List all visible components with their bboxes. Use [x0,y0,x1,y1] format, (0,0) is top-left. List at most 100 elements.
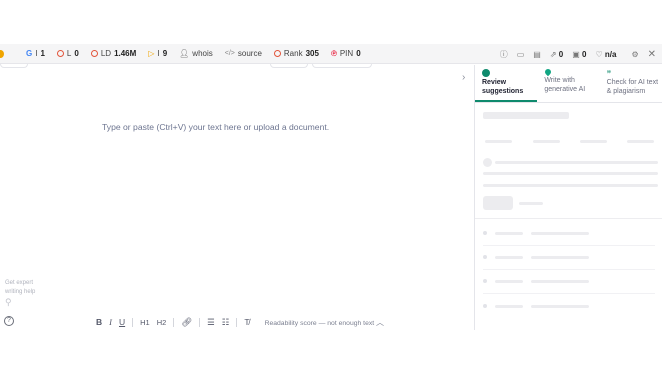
external-links-counter[interactable]: ⇗ 0 [550,50,563,59]
skeleton-dot [483,231,487,235]
numbered-list-icon[interactable]: ☰ [207,317,215,328]
density-value: n/a [604,49,617,59]
readability-label: Readability score — not enough text [264,319,375,327]
seo-links-label: L [66,49,72,58]
skeleton-divider [483,293,655,294]
expert-help[interactable]: Get expert writing help ⚲ [5,279,35,307]
seo-whois-label: whois [192,49,213,58]
divider [236,317,238,327]
images-value: 0 [582,49,587,59]
seo-whois[interactable]: 👤︎ whois [179,49,213,58]
seo-google-label: I [35,49,38,58]
tab-review-label: Review suggestions [482,79,524,95]
help-icon[interactable]: ? [4,316,14,326]
skeleton-divider [475,218,662,219]
seo-source[interactable]: </> source [225,49,262,58]
divider [173,317,175,327]
seo-bing-label: I [157,49,160,58]
seo-pin-value: 0 [356,49,361,58]
skeleton-line [531,280,589,283]
skeleton-dot [483,304,487,308]
skeleton-line [495,256,523,259]
seo-google-value: 1 [40,49,45,58]
divider [199,317,201,327]
skeleton-button [483,196,513,210]
seo-links[interactable]: L 0 [56,49,79,58]
skeleton-line [483,184,658,187]
tab-review-suggestions[interactable]: Review suggestions [475,65,538,102]
seo-bing-index[interactable]: ▷ I 9 [148,49,167,58]
density-counter[interactable]: ♡ n/a [595,50,616,59]
info-icon[interactable]: ⓘ [500,49,508,60]
divider [132,317,134,327]
skeleton-line [483,172,658,175]
rank-icon [273,50,281,57]
expert-line1: Get expert [5,280,34,286]
gear-icon[interactable]: ⚙ [631,50,638,59]
seo-rank-label: Rank [283,49,303,58]
tab-ai-plagiarism[interactable]: ” Check for AI text & plagiarism [600,65,662,102]
format-toolbar: B I U H1 H2 🔗︎ ☰ ☷ T̸ Readability score … [96,316,384,328]
skeleton-line [495,232,523,235]
google-icon: G [26,49,33,58]
seo-ld-value: 1.46M [114,49,137,58]
seo-bing-value: 9 [162,49,168,58]
seo-toolbar: G I 1 L 0 LD 1.46M ▷ I 9 👤︎ whois </> so… [0,44,662,64]
monitor-icon[interactable]: ▭ [517,50,525,59]
text-editor[interactable]: Type or paste (Ctrl+V) your text here or… [0,65,474,330]
underline-button[interactable]: U [119,317,125,327]
readability-score[interactable]: Readability score — not enough text ︿ [265,317,384,328]
close-icon[interactable]: ✕ [648,49,656,60]
skeleton-title [483,112,569,119]
seo-links-value: 0 [74,49,79,58]
person-icon: 👤︎ [179,49,190,58]
skeleton-line [531,232,589,235]
seo-source-label: source [237,49,262,58]
skeleton-divider [483,245,655,246]
italic-button[interactable]: I [109,317,112,327]
links-icon [56,50,64,57]
tab-plagiarism-label: Check for AI text & plagiarism [606,79,659,95]
seo-rank-value: 305 [305,49,319,58]
clear-format-icon[interactable]: T̸ [244,317,249,327]
heading2-button[interactable]: H2 [157,318,167,327]
skeleton-divider [483,269,655,270]
code-icon: </> [224,50,235,57]
expert-line2: writing help [5,289,36,295]
bullet-list-icon[interactable]: ☷ [222,317,230,328]
assistant-panel: Review suggestions Write with generative… [474,65,662,330]
quote-icon: ” [606,69,612,79]
pinterest-icon: ℗ [330,49,337,58]
skeleton-line [495,161,658,164]
bulb-icon [544,67,553,77]
seo-toolbar-right: ⓘ ▭ ▤ ⇗ 0 ▣ 0 ♡ n/a ⚙ ✕ [500,44,656,64]
bold-button[interactable]: B [96,317,102,327]
skeleton-line [495,280,523,283]
skeleton-dot [483,279,487,283]
editor-placeholder: Type or paste (Ctrl+V) your text here or… [102,122,330,132]
heading1-button[interactable]: H1 [140,318,150,327]
chevron-right-icon[interactable]: › [462,72,465,83]
skeleton-line [531,305,589,308]
bing-icon: ▷ [148,49,155,58]
skeleton-chip [533,140,560,143]
seo-linking-domains[interactable]: LD 1.46M [90,49,137,58]
skeleton-chip [580,140,607,143]
seo-logo[interactable] [0,49,4,58]
page-icon[interactable]: ▤ [533,50,541,59]
tab-generative-ai[interactable]: Write with generative AI [537,65,599,102]
skeleton-chip [485,140,512,143]
skeleton-avatar [483,158,492,167]
seo-pinterest[interactable]: ℗ PIN 0 [331,49,361,58]
panel-tabs: Review suggestions Write with generative… [475,65,662,103]
seo-google-index[interactable]: G I 1 [26,49,45,58]
skeleton-dot [483,255,487,259]
link-icon[interactable]: 🔗︎ [181,317,192,328]
grammarly-icon [482,69,490,77]
skeleton-line [519,202,543,205]
images-counter[interactable]: ▣ 0 [572,50,586,59]
linking-domains-icon [90,50,98,57]
skeleton-line [495,305,523,308]
skeleton-chip [627,140,654,143]
seo-rank[interactable]: Rank 305 [273,49,319,58]
